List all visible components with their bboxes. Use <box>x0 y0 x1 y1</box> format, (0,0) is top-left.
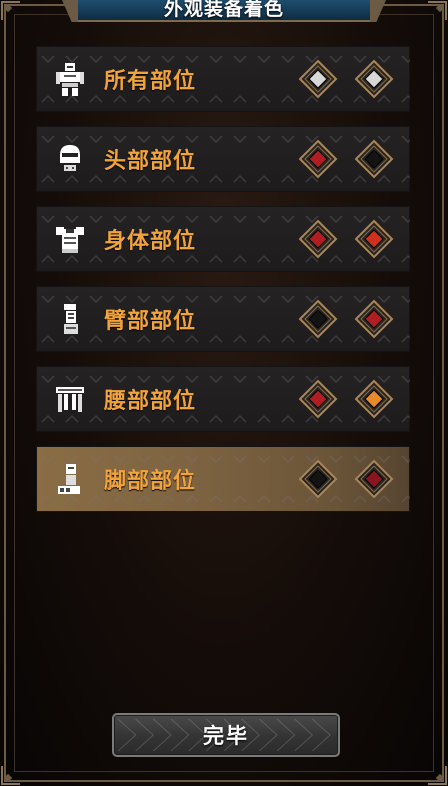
part-row[interactable]: 腰部部位 <box>36 366 410 432</box>
color-swatch-1[interactable] <box>298 219 338 259</box>
part-row[interactable]: 所有部位 <box>36 46 410 112</box>
color-swatch-2[interactable] <box>354 59 394 99</box>
corner-ornament <box>0 764 22 786</box>
color-swatch-2[interactable] <box>354 219 394 259</box>
part-label: 腰部部位 <box>104 389 197 414</box>
color-swatch-1[interactable] <box>298 379 338 419</box>
part-row[interactable]: 头部部位 <box>36 126 410 192</box>
color-swatch-1[interactable] <box>298 59 338 99</box>
leg-armor-icon <box>50 459 90 499</box>
color-swatch-2[interactable] <box>354 139 394 179</box>
corner-ornament <box>0 0 22 22</box>
done-button[interactable]: 完毕 <box>112 713 340 757</box>
color-swatch-1[interactable] <box>298 139 338 179</box>
part-label: 臂部部位 <box>104 309 197 334</box>
arm-armor-icon <box>50 299 90 339</box>
part-row[interactable]: 脚部部位 <box>36 446 410 512</box>
color-swatch-2[interactable] <box>354 459 394 499</box>
color-swatch-1[interactable] <box>298 299 338 339</box>
part-list: 所有部位头部部位身体部位臂部部位腰部部位脚部部位 <box>36 46 410 526</box>
corner-ornament <box>426 0 448 22</box>
page-title: 外观装备着色 <box>163 0 284 20</box>
full-armor-icon <box>50 59 90 99</box>
part-label: 头部部位 <box>104 149 197 174</box>
part-row[interactable]: 臂部部位 <box>36 286 410 352</box>
part-label: 所有部位 <box>104 69 197 94</box>
color-swatch-2[interactable] <box>354 299 394 339</box>
helmet-icon <box>50 139 90 179</box>
done-button-label: 完毕 <box>203 724 249 748</box>
part-row[interactable]: 身体部位 <box>36 206 410 272</box>
chest-armor-icon <box>50 219 90 259</box>
color-swatch-2[interactable] <box>354 379 394 419</box>
corner-ornament <box>426 764 448 786</box>
waist-armor-icon <box>50 379 90 419</box>
title-banner: 外观装备着色 <box>72 0 376 22</box>
part-label: 脚部部位 <box>104 469 197 494</box>
color-swatch-1[interactable] <box>298 459 338 499</box>
part-label: 身体部位 <box>104 229 197 254</box>
